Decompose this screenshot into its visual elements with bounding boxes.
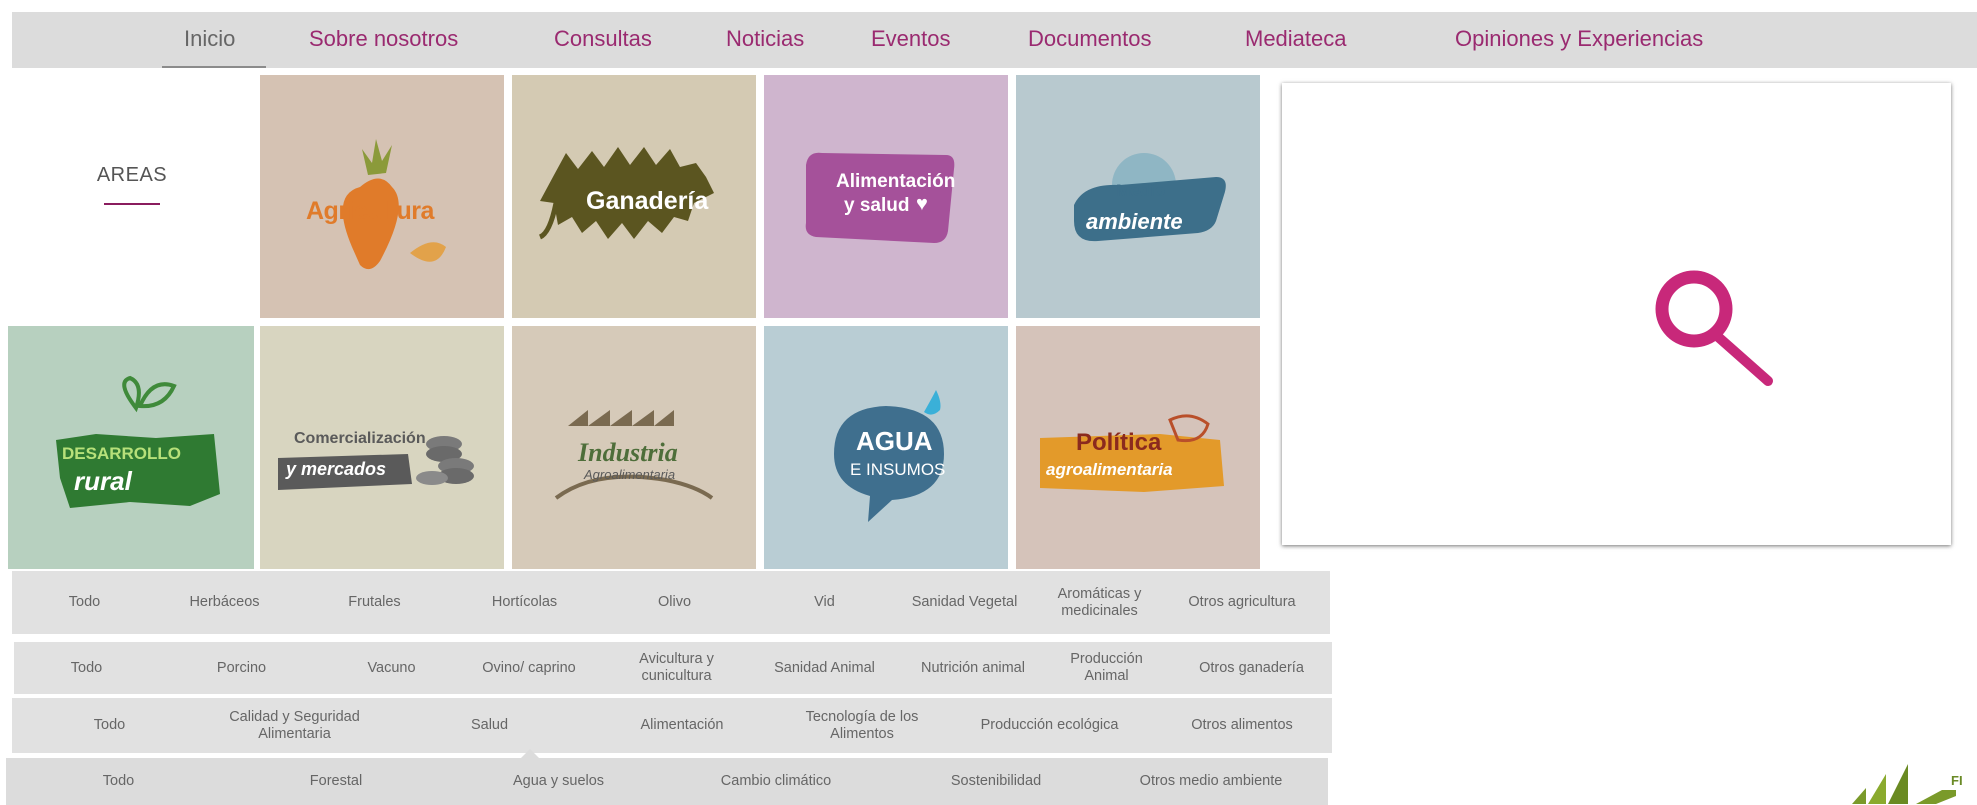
tile-label-ambiente: ambiente <box>1086 209 1183 234</box>
filter-olivo[interactable]: Olivo <box>617 571 732 634</box>
area-tile-ganaderia[interactable]: Ganadería <box>512 75 756 318</box>
nav-item-inicio[interactable]: Inicio <box>184 26 235 52</box>
area-tile-desarrollo-rural[interactable]: DESARROLLO rural <box>8 326 254 569</box>
filter-nutricion-animal[interactable]: Nutrición animal <box>898 642 1048 694</box>
filter-vacuno[interactable]: Vacuno <box>334 642 449 694</box>
filter-salud[interactable]: Salud <box>432 698 547 753</box>
filter-ganaderia-todo[interactable]: Todo <box>34 642 139 694</box>
filter-agua-suelos[interactable]: Agua y suelos <box>486 758 631 805</box>
areas-underline <box>104 203 160 205</box>
heart-icon: ♥ <box>916 193 928 215</box>
site-logo-icon <box>1852 764 1956 804</box>
nav-item-consultas[interactable]: Consultas <box>554 26 652 52</box>
area-tile-agricultura[interactable]: Agricultura <box>260 75 504 318</box>
area-tile-alimentacion-salud[interactable]: Alimentación y salud ♥ <box>764 75 1008 318</box>
filter-bar-agricultura: Todo Herbáceos Frutales Hortícolas Olivo… <box>12 571 1330 634</box>
filter-porcino[interactable]: Porcino <box>184 642 299 694</box>
filter-vid[interactable]: Vid <box>767 571 882 634</box>
filter-sanidad-animal[interactable]: Sanidad Animal <box>752 642 897 694</box>
tile-label-medio: Medio <box>1116 181 1166 200</box>
active-nav-underline <box>162 66 266 68</box>
filter-bar-alimentacion: Todo Calidad y Seguridad Alimentaria Sal… <box>12 698 1332 753</box>
tile-label-agroalimentaria: Agroalimentaria <box>584 467 676 482</box>
tile-label-comercializacion: Comercialización <box>294 430 426 447</box>
filter-agricultura-todo[interactable]: Todo <box>32 571 137 634</box>
nav-item-documentos[interactable]: Documentos <box>1028 26 1152 52</box>
tile-label-industria: Industria <box>578 438 678 467</box>
filter-produccion-animal[interactable]: Producción Animal <box>1054 642 1159 694</box>
nav-item-eventos[interactable]: Eventos <box>871 26 951 52</box>
nav-item-sobre-nosotros[interactable]: Sobre nosotros <box>309 26 458 52</box>
nav-item-opiniones[interactable]: Opiniones y Experiencias <box>1455 26 1703 52</box>
filter-bar-medio-ambiente: Todo Forestal Agua y suelos Cambio climá… <box>6 758 1328 805</box>
tile-label-ganaderia: Ganadería <box>586 187 709 215</box>
active-filter-notch <box>521 749 539 758</box>
filter-horticolas[interactable]: Hortícolas <box>467 571 582 634</box>
tile-label-e-insumos: E INSUMOS <box>850 460 946 479</box>
filter-otros-ganaderia[interactable]: Otros ganadería <box>1174 642 1329 694</box>
filter-otros-agricultura[interactable]: Otros agricultura <box>1162 571 1322 634</box>
filter-forestal[interactable]: Forestal <box>266 758 406 805</box>
nav-item-noticias[interactable]: Noticias <box>726 26 804 52</box>
tile-label-agricultura: Agricultura <box>306 197 434 225</box>
tile-label-y-mercados: y mercados <box>286 459 387 479</box>
filter-alimentacion-todo[interactable]: Todo <box>57 698 162 753</box>
filter-sanidad-vegetal[interactable]: Sanidad Vegetal <box>887 571 1042 634</box>
filter-herbaceos[interactable]: Herbáceos <box>162 571 287 634</box>
tile-label-alimentacion: Alimentación <box>836 171 956 192</box>
tile-label-agua: AGUA <box>856 426 933 456</box>
filter-calidad-seguridad[interactable]: Calidad y Seguridad Alimentaria <box>207 698 382 753</box>
tile-label-politica: Política <box>1076 429 1162 456</box>
tile-label-agroalimentaria-pol: agroalimentaria <box>1046 460 1173 479</box>
filter-sostenibilidad[interactable]: Sostenibilidad <box>921 758 1071 805</box>
area-tile-politica[interactable]: Política agroalimentaria <box>1016 326 1260 569</box>
tile-label-desarrollo: DESARROLLO <box>62 444 181 463</box>
tile-label-y-salud: y salud <box>844 195 910 216</box>
search-icon[interactable] <box>1648 261 1778 391</box>
filter-produccion-ecologica[interactable]: Producción ecológica <box>957 698 1142 753</box>
tile-label-rural: rural <box>74 466 132 496</box>
area-tile-agua-insumos[interactable]: AGUA E INSUMOS <box>764 326 1008 569</box>
filter-alimentacion[interactable]: Alimentación <box>612 698 752 753</box>
logo-text: FI <box>1951 773 1963 788</box>
filter-bar-ganaderia: Todo Porcino Vacuno Ovino/ caprino Avicu… <box>14 642 1332 694</box>
filter-avicultura[interactable]: Avicultura y cunicultura <box>614 642 739 694</box>
main-nav: Inicio Sobre nosotros Consultas Noticias… <box>12 12 1977 68</box>
areas-heading: AREAS <box>96 164 168 186</box>
filter-tecnologia-alimentos[interactable]: Tecnología de los Alimentos <box>782 698 942 753</box>
filter-otros-medio-ambiente[interactable]: Otros medio ambiente <box>1116 758 1306 805</box>
filter-aromaticas[interactable]: Aromáticas y medicinales <box>1042 571 1157 634</box>
search-panel[interactable] <box>1282 83 1951 545</box>
filter-medio-ambiente-todo[interactable]: Todo <box>61 758 176 805</box>
filter-frutales[interactable]: Frutales <box>317 571 432 634</box>
filter-ovino-caprino[interactable]: Ovino/ caprino <box>459 642 599 694</box>
nav-item-mediateca[interactable]: Mediateca <box>1245 26 1347 52</box>
area-tile-comercializacion[interactable]: Comercialización y mercados <box>260 326 504 569</box>
area-tile-medio-ambiente[interactable]: Medio ambiente <box>1016 75 1260 318</box>
filter-otros-alimentos[interactable]: Otros alimentos <box>1162 698 1322 753</box>
area-tile-industria[interactable]: Industria Agroalimentaria <box>512 326 756 569</box>
filter-cambio-climatico[interactable]: Cambio climático <box>696 758 856 805</box>
